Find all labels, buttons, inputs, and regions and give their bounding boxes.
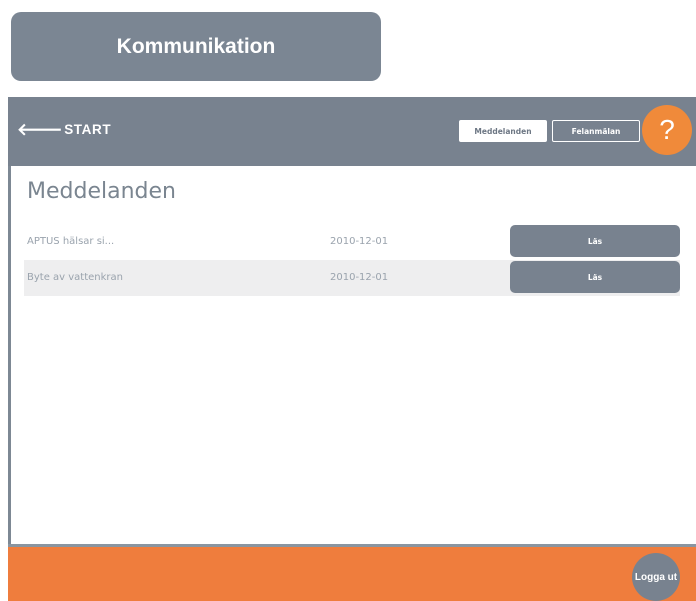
message-row: Byte av vattenkran 2010-12-01 Läs [24,260,680,296]
page-title: Kommunikation [116,34,276,58]
message-date: 2010-12-01 [330,236,389,247]
question-mark-icon: ? [659,114,675,145]
read-button[interactable]: Läs [510,261,680,293]
message-row: APTUS hälsar si... 2010-12-01 Läs [24,224,680,260]
back-start-button[interactable]: 🡐 START [17,117,111,141]
content-edge [8,166,11,544]
tab-meddelanden[interactable]: Meddelanden [459,120,547,142]
help-button[interactable]: ? [642,105,692,155]
read-button[interactable]: Läs [510,225,680,257]
page-title-banner: Kommunikation [11,12,381,81]
back-label: START [64,121,112,137]
bottom-bar: Logga ut [8,544,696,601]
arrow-left-icon: 🡐 [17,119,64,139]
message-date: 2010-12-01 [330,272,389,283]
logout-button[interactable]: Logga ut [632,553,680,601]
top-bar: 🡐 START Meddelanden Felanmälan ? [8,97,696,166]
app-window: 🡐 START Meddelanden Felanmälan ? Meddela… [8,97,696,601]
message-subject: Byte av vattenkran [27,272,124,283]
message-subject: APTUS hälsar si... [27,236,115,247]
tab-felanmalan[interactable]: Felanmälan [552,120,640,142]
section-heading: Meddelanden [27,179,176,204]
